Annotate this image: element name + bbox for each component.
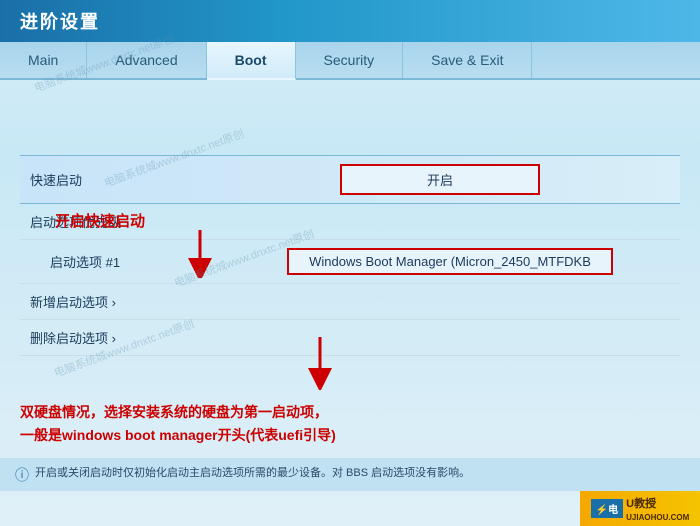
info-icon: ⓘ <box>15 465 29 485</box>
tab-save-exit[interactable]: Save & Exit <box>403 42 532 78</box>
logo-name: U教授UJIAOHOU.COM <box>626 495 689 523</box>
row-add-boot[interactable]: 新增启动选项 <box>20 284 680 320</box>
bottom-annotation: 双硬盘情况，选择安装系统的硬盘为第一启动项， 一般是windows boot m… <box>20 401 336 446</box>
annotation-bottom-line2: 一般是windows boot manager开头(代表uefi引导) <box>20 424 336 446</box>
annotation-top: 开启快速启动 <box>55 210 145 231</box>
title-bar: 进阶设置 <box>0 0 700 42</box>
page-title: 进阶设置 <box>20 12 100 32</box>
bios-window: 进阶设置 Main Advanced Boot Security Save & … <box>0 0 700 526</box>
value-boot-option1: Windows Boot Manager (Micron_2450_MTFDKB <box>230 248 670 275</box>
label-delete-boot: 删除启动选项 <box>30 328 210 347</box>
label-add-boot: 新增启动选项 <box>30 292 210 311</box>
row-delete-boot[interactable]: 删除启动选项 <box>20 320 680 356</box>
label-fast-boot: 快速启动 <box>30 170 210 189</box>
tab-boot[interactable]: Boot <box>207 42 296 80</box>
tab-main[interactable]: Main <box>0 42 87 78</box>
tab-security[interactable]: Security <box>296 42 404 78</box>
value-fast-boot: 开启 <box>210 164 670 195</box>
arrow-boot-manager <box>300 335 340 390</box>
row-boot-option1[interactable]: 启动选项 #1 Windows Boot Manager (Micron_245… <box>20 240 680 284</box>
info-bar: ⓘ 开启或关闭启动时仅初始化启动主启动选项所需的最少设备。对 BBS 启动选项没… <box>0 458 700 491</box>
content-area: 开启快速启动 快速启动 开启 启动选项优先级 <box>0 80 700 371</box>
value-box-fast-boot: 开启 <box>340 164 540 195</box>
tab-bar: Main Advanced Boot Security Save & Exit <box>0 42 700 80</box>
logo-area: ⚡电 U教授UJIAOHOU.COM <box>580 491 700 526</box>
row-fast-boot[interactable]: 快速启动 开启 <box>20 155 680 204</box>
arrow-fast-boot <box>180 228 220 278</box>
logo-brand: ⚡电 <box>591 499 623 518</box>
tab-advanced[interactable]: Advanced <box>87 42 206 78</box>
annotation-bottom-line1: 双硬盘情况，选择安装系统的硬盘为第一启动项， <box>20 401 336 423</box>
settings-table: 快速启动 开启 启动选项优先级 启动选项 #1 Windows Boot Man… <box>20 155 680 356</box>
value-box-boot-option1: Windows Boot Manager (Micron_2450_MTFDKB <box>287 248 613 275</box>
info-text: 开启或关闭启动时仅初始化启动主启动选项所需的最少设备。对 BBS 启动选项没有影… <box>35 464 470 480</box>
